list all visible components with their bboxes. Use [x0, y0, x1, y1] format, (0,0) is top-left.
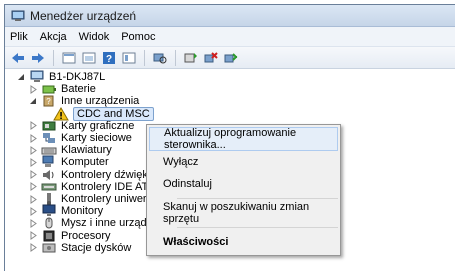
expand-arrow-icon[interactable] — [29, 121, 38, 131]
tree-item[interactable]: Stacje dysków — [29, 240, 131, 256]
menu-file[interactable]: Plik — [10, 31, 28, 43]
menu-item-uninstall[interactable]: Odinstaluj — [147, 173, 340, 195]
expand-arrow-icon[interactable] — [29, 194, 38, 204]
collapse-arrow-icon[interactable] — [29, 97, 38, 106]
expand-arrow-icon[interactable] — [29, 84, 38, 94]
menu-separator — [177, 198, 338, 199]
menu-separator — [177, 227, 338, 228]
menu-item-scan[interactable]: Skanuj w poszukiwaniu zmian sprzętu — [147, 201, 340, 225]
disk-icon — [41, 241, 57, 255]
svg-text:?: ? — [106, 54, 112, 65]
toolbar-separator — [175, 49, 176, 66]
collapse-arrow-icon[interactable] — [17, 73, 26, 82]
expand-arrow-icon[interactable] — [29, 218, 38, 228]
menu-action[interactable]: Akcja — [40, 31, 67, 43]
menu-bar: Plik Akcja Widok Pomoc — [5, 27, 455, 47]
scan-icon[interactable] — [152, 50, 168, 66]
help-icon[interactable]: ? — [101, 50, 117, 66]
device-tree: B1-DKJ87L Baterie? Inne urządzenia CDC and … — [5, 69, 455, 254]
menu-item-update-driver[interactable]: Aktualizuj oprogramowanie sterownika... — [149, 127, 338, 151]
update-driver-icon[interactable] — [183, 50, 199, 66]
properties-grid-icon[interactable] — [61, 50, 77, 66]
list-icon[interactable] — [121, 50, 137, 66]
expand-arrow-icon[interactable] — [29, 157, 38, 167]
window-title: Menedżer urządzeń — [30, 8, 137, 23]
menu-view[interactable]: Widok — [79, 31, 110, 43]
toolbar-separator — [144, 49, 145, 66]
expand-arrow-icon[interactable] — [29, 243, 38, 253]
uninstall-icon[interactable] — [203, 50, 219, 66]
toolbar: ? — [5, 47, 455, 69]
expand-arrow-icon[interactable] — [29, 182, 38, 192]
expand-arrow-icon[interactable] — [29, 231, 38, 241]
menu-item-disable[interactable]: Wyłącz — [147, 151, 340, 173]
back-icon[interactable] — [10, 50, 26, 66]
expand-arrow-icon[interactable] — [29, 145, 38, 155]
expand-arrow-icon[interactable] — [29, 206, 38, 216]
device-manager-window: Menedżer urządzeń Plik Akcja Widok Pomoc… — [4, 4, 455, 271]
forward-icon[interactable] — [30, 50, 46, 66]
enable-icon[interactable] — [223, 50, 239, 66]
device-manager-icon — [11, 10, 25, 21]
context-menu: Aktualizuj oprogramowanie sterownika... … — [146, 124, 341, 256]
expand-arrow-icon[interactable] — [29, 133, 38, 143]
menu-item-properties[interactable]: Właściwości — [147, 231, 340, 253]
title-bar: Menedżer urządzeń — [5, 5, 455, 27]
view-icon[interactable] — [81, 50, 97, 66]
expand-arrow-icon[interactable] — [29, 170, 38, 180]
menu-help[interactable]: Pomoc — [121, 31, 155, 43]
tree-item-label: Stacje dysków — [61, 241, 132, 254]
toolbar-separator — [53, 49, 54, 66]
